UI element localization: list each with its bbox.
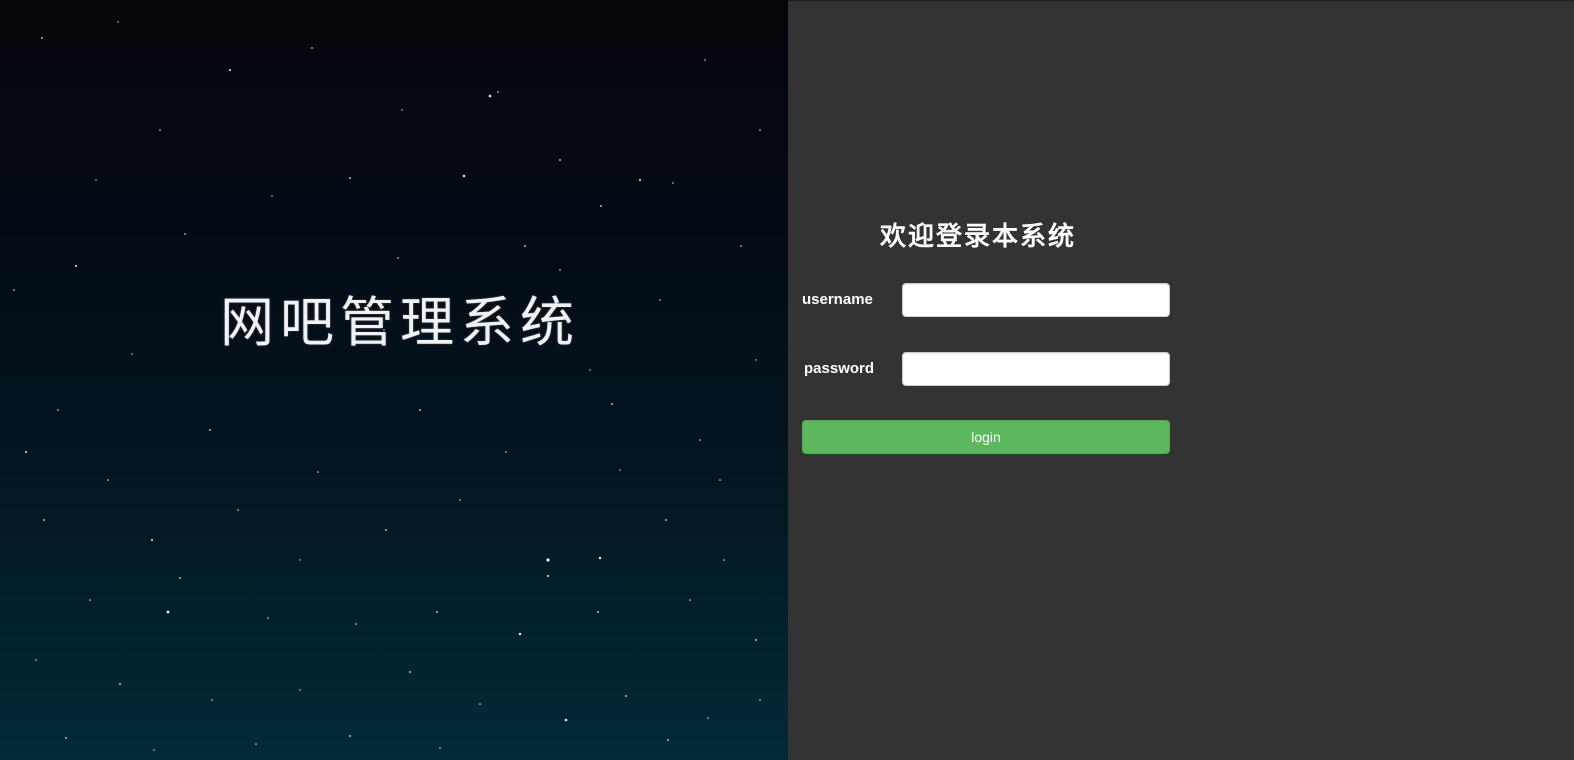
password-input[interactable] xyxy=(902,352,1170,386)
hero-panel: 网吧管理系统 xyxy=(0,0,788,760)
username-input[interactable] xyxy=(902,283,1170,317)
starfield-background xyxy=(13,21,761,751)
app-title: 网吧管理系统 xyxy=(220,291,580,354)
login-button[interactable]: login xyxy=(802,420,1170,454)
password-label: password xyxy=(804,360,875,377)
login-page: 网吧管理系统 欢迎登录本系统 username password login xyxy=(0,0,1574,760)
username-label: username xyxy=(802,291,873,308)
welcome-heading: 欢迎登录本系统 xyxy=(880,222,1077,252)
